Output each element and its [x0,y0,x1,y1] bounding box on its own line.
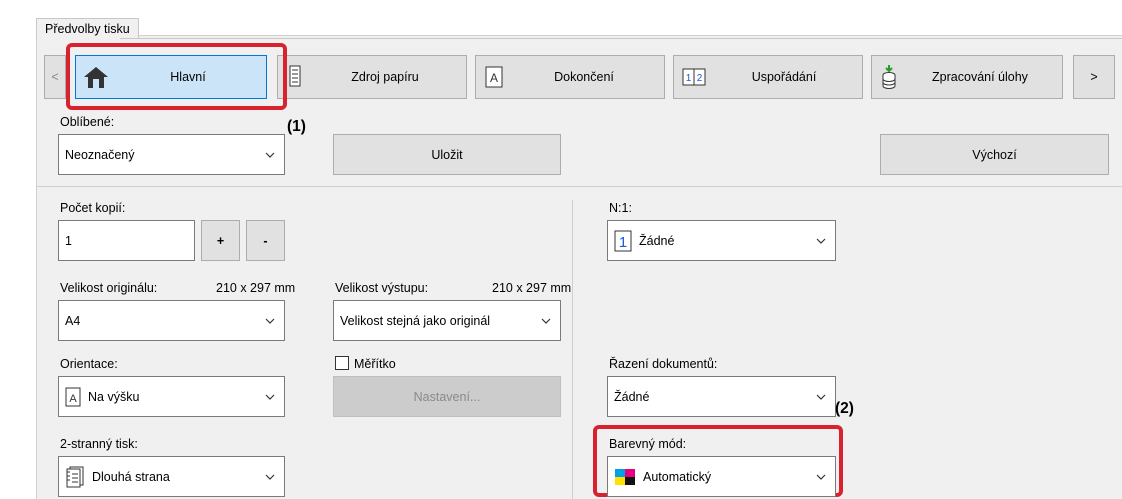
orientation-label: Orientace: [60,357,118,371]
tab-print-preferences[interactable]: Předvolby tisku [36,18,139,39]
output-size-dropdown[interactable]: Velikost stejná jako originál [333,300,561,341]
scale-label: Měřítko [354,357,396,371]
color-mode-dropdown[interactable]: Automatický [607,456,836,497]
tab-paper-source[interactable]: Zdroj papíru [277,55,467,99]
tab-job-handling-label: Zpracování úlohy [932,70,1028,84]
callout-1: (1) [287,118,306,135]
section-divider [36,186,1122,187]
output-size-label: Velikost výstupu: [335,281,429,295]
chevron-down-icon [816,394,826,400]
nup-value: Žádné [639,233,675,248]
duplex-label: 2-stranný tisk: [60,437,138,451]
nup-label: N:1: [609,201,632,215]
orientation-dropdown[interactable]: A Na výšku [58,376,285,417]
chevron-down-icon [265,394,275,400]
portrait-icon: A [65,387,81,407]
original-size-label: Velikost originálu: [60,281,158,295]
duplex-value: Dlouhá strana [92,469,170,484]
paper-source-icon [286,64,304,90]
chevron-down-icon [816,474,826,480]
color-mode-label: Barevný mód: [609,437,687,451]
favorites-value: Neoznačený [65,147,135,162]
color-mode-icon [614,468,636,486]
tab-layout-label: Uspořádání [751,70,817,84]
original-size-dims: 210 x 297 mm [216,281,296,295]
portrait-icon-letter: A [69,393,77,405]
orientation-value: Na výšku [88,389,140,404]
duplex-dropdown[interactable]: Dlouhá strana [58,456,285,497]
svg-text:1: 1 [686,73,692,84]
tab-finishing-label: Dokončení [554,70,614,84]
color-mode-value: Automatický [643,469,712,484]
svg-text:A: A [490,71,498,85]
copies-value: 1 [65,233,72,248]
favorites-dropdown[interactable]: Neoznačený [58,134,285,175]
chevron-down-icon [265,474,275,480]
highlight-main-tab [66,43,287,110]
layout-icon: 12 [682,67,706,87]
chevron-down-icon [816,238,826,244]
finishing-icon: A [484,65,504,89]
column-divider [572,200,573,499]
copies-input[interactable]: 1 [58,220,195,261]
chevron-down-icon [265,152,275,158]
scale-checkbox[interactable] [335,356,349,370]
original-size-value: A4 [65,313,81,328]
copies-increase-button[interactable]: + [201,220,240,261]
pages-per-sheet-icon: 1 [614,230,632,252]
output-size-dims: 210 x 297 mm [492,281,572,295]
long-edge-icon [65,466,85,488]
tab-divider [120,38,1122,39]
copies-label: Počet kopií: [60,201,126,215]
nav-next-button[interactable]: > [1073,55,1115,99]
output-size-value: Velikost stejná jako originál [340,313,491,328]
callout-2: (2) [835,400,854,417]
tab-finishing[interactable]: A Dokončení [475,55,665,99]
save-button[interactable]: Uložit [333,134,561,175]
tab-job-handling[interactable]: Zpracování úlohy [871,55,1063,99]
default-button[interactable]: Výchozí [880,134,1109,175]
collate-dropdown[interactable]: Žádné [607,376,836,417]
original-size-dropdown[interactable]: A4 [58,300,285,341]
collate-label: Řazení dokumentů: [609,357,718,371]
pages-per-sheet-number: 1 [619,234,627,251]
tab-layout[interactable]: 12 Uspořádání [673,55,863,99]
job-handling-icon [880,64,898,90]
chevron-down-icon [265,318,275,324]
favorites-label: Oblíbené: [60,115,115,129]
collate-value: Žádné [614,389,650,404]
scale-settings-button[interactable]: Nastavení... [333,376,561,417]
nup-dropdown[interactable]: 1 Žádné [607,220,836,261]
copies-decrease-button[interactable]: - [246,220,285,261]
tab-paper-source-label: Zdroj papíru [351,70,419,84]
nav-prev-button[interactable]: < [44,55,66,99]
chevron-down-icon [541,318,551,324]
svg-text:2: 2 [697,73,703,84]
